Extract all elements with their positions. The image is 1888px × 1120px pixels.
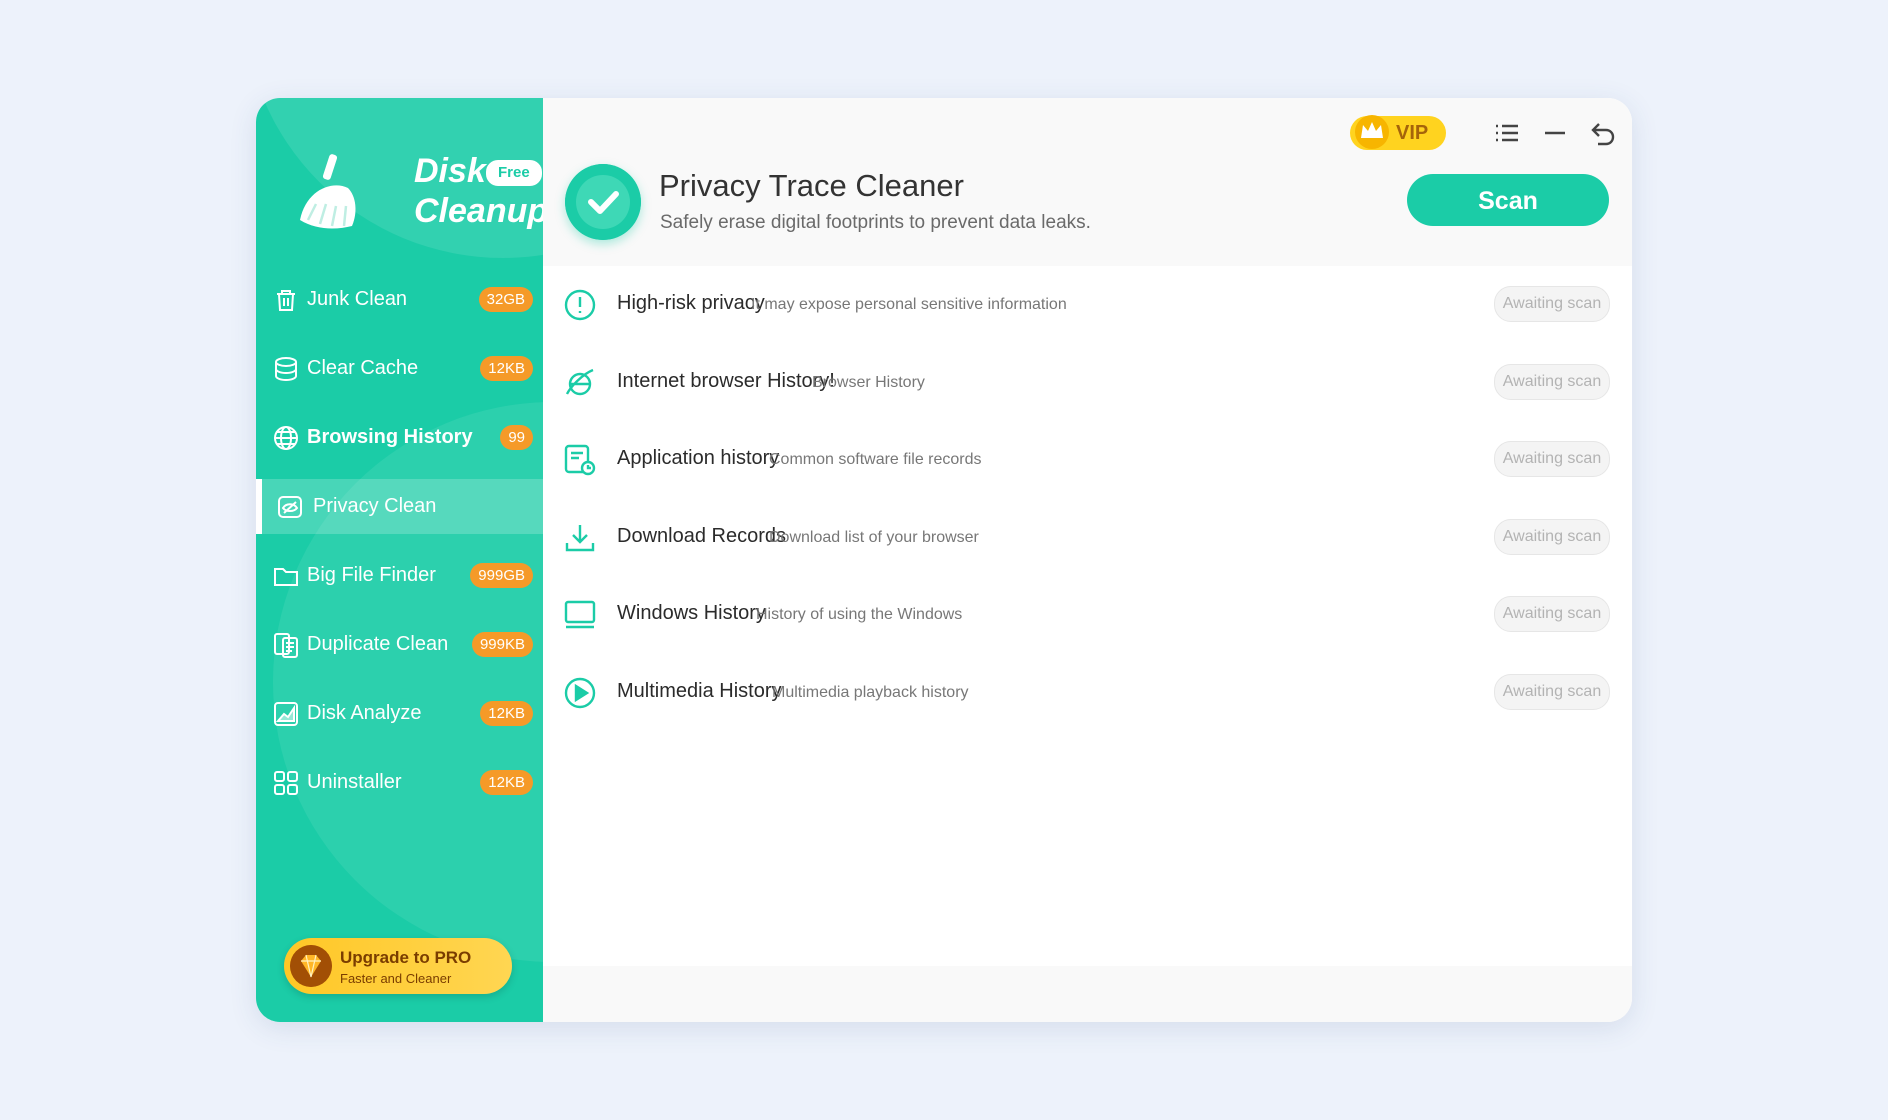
list-item[interactable]: Windows History History of using the Win…	[543, 576, 1632, 654]
vip-label: VIP	[1396, 122, 1429, 144]
status-badge: Awaiting scan	[1494, 518, 1610, 555]
folder-icon	[274, 568, 298, 586]
browser-icon	[565, 368, 594, 395]
sidebar-item-privacy-clean[interactable]: Privacy Clean	[256, 479, 543, 534]
sidebar-item-label: Browsing History	[307, 426, 473, 448]
privacy-item-list: High-risk privacy It may expose personal…	[543, 266, 1632, 732]
item-description: Common software file records	[769, 451, 982, 469]
apps-grid-icon	[274, 771, 298, 795]
size-badge: 12KB	[480, 356, 533, 381]
header: VIP Privacy Trace Cleaner Safely erase d…	[543, 98, 1632, 266]
trash-icon	[277, 290, 295, 311]
size-badge: 999KB	[471, 632, 533, 657]
upgrade-pro-button[interactable]: Upgrade to PRO Faster and Cleaner	[284, 938, 512, 994]
sidebar-item-label: Junk Clean	[307, 288, 408, 310]
item-title: Download Records	[617, 524, 786, 547]
list-item[interactable]: Application history Common software file…	[543, 421, 1632, 499]
sidebar-item-junk-clean[interactable]: Junk Clean 32GB	[256, 272, 543, 327]
app-window: Disk Free Cleanup Junk Clean 32GB Clear …	[256, 98, 1632, 1022]
sidebar: Disk Free Cleanup Junk Clean 32GB Clear …	[256, 98, 543, 1022]
size-badge: 32GB	[478, 287, 533, 312]
database-icon	[275, 357, 297, 382]
app-history-icon	[564, 444, 596, 476]
sidebar-item-duplicate-clean[interactable]: Duplicate Clean 999KB	[256, 617, 543, 672]
vip-button[interactable]: VIP	[1350, 115, 1446, 150]
duplicate-file-icon	[274, 633, 298, 658]
menu-list-icon[interactable]	[1492, 118, 1522, 148]
main-panel: VIP Privacy Trace Cleaner Safely erase d…	[543, 98, 1632, 1022]
sidebar-item-clear-cache[interactable]: Clear Cache 12KB	[256, 341, 543, 396]
sidebar-item-label: Duplicate Clean	[307, 633, 449, 655]
item-title: Internet browser History!	[617, 369, 835, 392]
item-title: Application history	[617, 447, 780, 470]
footer-band	[543, 966, 1632, 1022]
size-badge: 12KB	[480, 770, 533, 795]
gem-icon	[290, 945, 332, 987]
page-subtitle: Safely erase digital footprints to preve…	[660, 212, 1091, 233]
monitor-icon	[564, 601, 596, 629]
item-description: Multimedia playback history	[772, 683, 969, 701]
download-icon	[565, 524, 595, 551]
item-description: Browser History	[812, 373, 925, 391]
play-circle-icon	[564, 677, 596, 709]
scan-button[interactable]: Scan	[1407, 174, 1609, 226]
list-item[interactable]: Multimedia History Multimedia playback h…	[543, 654, 1632, 732]
size-badge: 12KB	[480, 701, 533, 726]
minimize-icon[interactable]	[1540, 118, 1570, 148]
item-description: It may expose personal sensitive informa…	[751, 296, 1067, 313]
status-badge: Awaiting scan	[1494, 441, 1610, 478]
sidebar-item-label: Privacy Clean	[313, 495, 437, 517]
sidebar-item-browsing-history[interactable]: Browsing History 99	[256, 410, 543, 465]
status-badge: Awaiting scan	[1494, 286, 1610, 322]
item-description: History of using the Windows	[756, 606, 963, 624]
status-badge: Awaiting scan	[1494, 596, 1610, 633]
sidebar-item-big-file-finder[interactable]: Big File Finder 999GB	[256, 548, 543, 603]
upgrade-subtitle: Faster and Cleaner	[340, 971, 452, 986]
back-undo-icon[interactable]	[1588, 118, 1618, 148]
globe-icon	[274, 426, 298, 450]
list-item[interactable]: Download Records Download list of your b…	[543, 499, 1632, 577]
sidebar-item-label: Clear Cache	[307, 357, 419, 379]
size-badge: 999GB	[470, 563, 533, 588]
list-item[interactable]: High-risk privacy It may expose personal…	[543, 266, 1632, 344]
item-title: Multimedia History	[617, 679, 782, 702]
crown-icon	[1355, 115, 1389, 149]
status-badge: Awaiting scan	[1494, 363, 1610, 400]
window-controls: VIP	[1350, 112, 1618, 154]
item-title: High-risk privacy	[617, 292, 765, 314]
count-badge: 99	[500, 425, 533, 450]
list-item[interactable]: Internet browser History! Browser Histor…	[543, 344, 1632, 422]
item-description: Download list of your browser	[769, 528, 979, 546]
sidebar-item-label: Disk Analyze	[307, 702, 422, 724]
item-title: Windows History	[617, 602, 766, 625]
upgrade-title: Upgrade to PRO	[340, 948, 472, 967]
check-shield-icon	[565, 164, 641, 240]
app-name-line1: Disk	[414, 152, 486, 190]
status-badge: Awaiting scan	[1494, 673, 1610, 710]
app-logo: Disk Free Cleanup	[286, 140, 543, 250]
alert-circle-icon	[564, 289, 596, 321]
sidebar-item-label: Big File Finder	[307, 564, 436, 586]
sidebar-item-disk-analyze[interactable]: Disk Analyze 12KB	[256, 686, 543, 741]
edition-badge: Free	[486, 160, 542, 186]
sidebar-item-label: Uninstaller	[307, 771, 402, 793]
app-name-line2: Cleanup	[414, 192, 543, 230]
broom-logo-icon	[300, 154, 356, 229]
page-title: Privacy Trace Cleaner	[659, 168, 964, 203]
sidebar-item-uninstaller[interactable]: Uninstaller 12KB	[256, 755, 543, 810]
privacy-eye-icon	[278, 496, 302, 518]
sidebar-nav: Junk Clean 32GB Clear Cache 12KB Browsin…	[256, 272, 543, 824]
chart-icon	[274, 702, 298, 726]
